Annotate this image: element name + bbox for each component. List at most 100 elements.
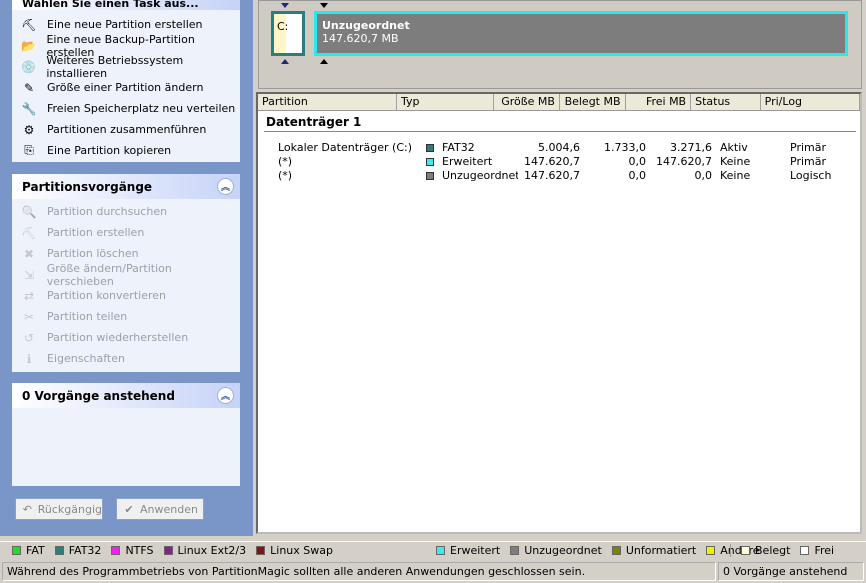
task-item[interactable]: ⚙ Partitionen zusammenführen [12,119,240,140]
cell-partition: (*) [278,169,293,182]
redistribute-icon: 🔧 [21,101,37,116]
table-row[interactable]: Lokaler Datenträger (C:) FAT32 5.004,6 1.73… [274,141,866,155]
task-label: Eine neue Partition erstellen [47,18,203,31]
delete-icon: ✖ [23,246,35,261]
column-header[interactable]: Partition [258,94,398,110]
task-label: Weiteres Betriebssystem installieren [46,53,184,80]
column-header[interactable]: Größe MB [494,94,560,110]
legend-bar: FAT FAT32 NTFS Linux Ext2/3 Linux Swap Erwei… [0,541,866,559]
legend-label: Frei [814,544,835,557]
legend-label: Unformatiert [625,544,697,557]
type-swatch [426,144,434,152]
legend-label: Linux Ext2/3 [177,544,247,557]
split-icon: ✂ [23,309,35,324]
op-item: ⇲ Größe ändern/Partition verschieben [12,261,240,288]
install-os-icon: 💿 [21,59,37,74]
table-row[interactable]: (*) Erweitert 147.620,7 0,0 147.620,7 Keine Pr… [274,155,866,169]
op-item: ℹ Eigenschaften [12,348,240,369]
partition-c-block[interactable]: C: [271,11,305,56]
browse-icon: 🔍 [21,204,37,219]
table-row[interactable]: (*) Unzugeordnet 147.620,7 0,0 0,0 Keine Logis… [274,169,866,183]
cell-used: 0,0 [628,169,647,182]
task-item[interactable]: 🔧 Freien Speicherplatz neu verteilen [12,98,240,119]
type-swatch [426,158,434,166]
cell-partition: (*) [278,155,293,168]
create-icon: ⛏ [21,225,37,240]
task-item[interactable]: 💿 Weiteres Betriebssystem installieren [12,53,240,80]
column-header[interactable]: Typ [397,94,495,110]
cell-used: 1.733,0 [604,141,646,154]
op-label: Partition durchsuchen [47,205,168,218]
legend-label: Unzugeordnet [524,544,602,557]
table-header: Partition Typ Größe MB Belegt MB Frei MB Stat… [258,94,860,111]
tasks-panel-header[interactable]: Wählen Sie einen Task aus... [12,0,240,10]
partition-table: Partition Typ Größe MB Belegt MB Frei MB Stat… [256,92,862,534]
type-label: Unzugeordnet [442,169,518,182]
legend-label: Linux Swap [270,544,333,557]
task-label: Eine Partition kopieren [47,144,172,157]
op-item: ⇄ Partition konvertieren [12,285,240,306]
type-label: Erweitert [442,155,493,168]
undo-label: Rückgängig [37,502,102,516]
cell-free: 3.271,6 [670,141,712,154]
legend-item: NTFS [111,544,154,557]
apply-label: Anwenden [140,502,198,516]
cell-type: Unzugeordnet [422,169,518,183]
legend-swatch [163,546,173,555]
op-label: Partition löschen [47,247,139,260]
disk-separator [264,131,856,132]
ops-panel-header[interactable]: Partitionsvorgänge ︽ [12,174,240,199]
new-partition-icon: ⛏ [21,17,37,32]
legend-item: Linux Swap [256,544,333,557]
cell-prilog: Primär [790,155,826,168]
copy-icon: ⎘ [24,143,34,157]
apply-button[interactable]: ✔ Anwenden [116,498,204,520]
unallocated-title: Unzugeordnet [322,19,410,32]
status-pending: 0 Vorgänge anstehend [718,562,864,581]
column-header[interactable]: Belegt MB [560,94,626,110]
column-header[interactable]: Pri/Log [761,94,860,110]
legend-item: FAT [12,544,45,557]
type-label: FAT32 [442,141,475,154]
pending-panel-header[interactable]: 0 Vorgänge anstehend ︽ [12,383,240,408]
cell-partition: Lokaler Datenträger (C:) [278,141,413,154]
cell-type: Erweitert [422,155,518,169]
op-label: Partition teilen [47,310,128,323]
collapse-icon[interactable]: ︽ [217,178,234,195]
type-swatch [426,172,434,180]
partition-c-label: C: [277,20,289,33]
collapse-icon[interactable]: ︽ [217,387,234,404]
legend-item: Erweitert [436,544,500,557]
legend-swatch [800,546,810,555]
cell-size: 5.004,6 [538,141,580,154]
tasks-panel: Wählen Sie einen Task aus... ⛏ Eine neue … [12,0,240,162]
task-label: Größe einer Partition ändern [47,81,204,94]
op-item: 🔍 Partition durchsuchen [12,201,240,222]
column-header[interactable]: Status [691,94,761,110]
cell-size: 147.620,7 [524,169,580,182]
properties-icon: ℹ [26,351,32,366]
disk-map: C: Unzugeordnet 147.620,7 MB [258,0,862,89]
op-label: Größe ändern/Partition verschieben [46,261,172,288]
legend-swatch [111,546,121,555]
legend-swatch [611,546,621,555]
legend-label: FAT [26,544,45,557]
task-item[interactable]: ⎘ Eine Partition kopieren [12,140,240,161]
tasks-panel-title: Wählen Sie einen Task aus... [22,0,199,10]
cell-status: Keine [720,169,751,182]
task-item[interactable]: ✎ Größe einer Partition ändern [12,77,240,98]
merge-icon: ⚙ [23,122,35,137]
op-label: Partition wiederherstellen [47,331,189,344]
pending-panel: 0 Vorgänge anstehend ︽ [12,383,240,486]
ops-panel-title: Partitionsvorgänge [22,179,153,194]
legend-item: Unzugeordnet [510,544,602,557]
op-label: Partition konvertieren [47,289,166,302]
unallocated-block[interactable]: Unzugeordnet 147.620,7 MB [314,11,848,56]
column-header[interactable]: Frei MB [626,94,692,110]
apply-icon: ✔ [124,502,134,516]
cell-prilog: Primär [790,141,826,154]
legend-item: Frei [800,544,834,557]
undo-button[interactable]: ↶ Rückgängig [15,498,103,520]
cell-size: 147.620,7 [524,155,580,168]
cell-free: 147.620,7 [656,155,712,168]
